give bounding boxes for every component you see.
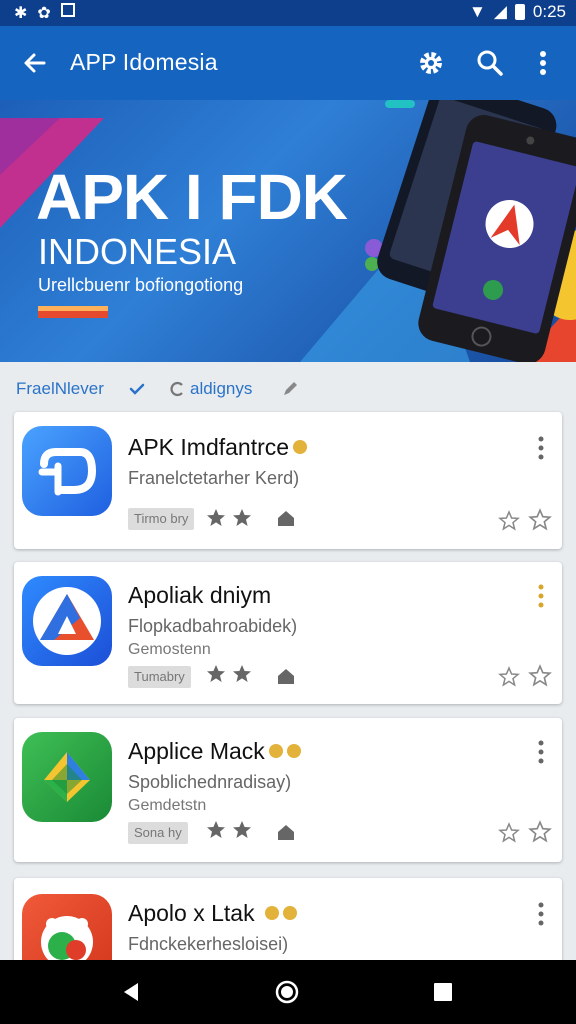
- app-tag: Tumabry: [128, 666, 191, 688]
- star-half-icon: [233, 509, 251, 526]
- more-vert-icon[interactable]: [538, 436, 544, 460]
- back-arrow-icon[interactable]: [18, 46, 52, 80]
- app-description: Fdnckekerhesloisei): [128, 934, 289, 954]
- verified-badge-icon: [286, 743, 301, 758]
- app-category: Gemostenn: [128, 641, 211, 658]
- more-vert-icon[interactable]: [538, 902, 544, 926]
- app-card[interactable]: Apoliak dniym Flopkadbahroabidek) Gemost…: [14, 562, 562, 704]
- signal-icon: ◢: [493, 2, 507, 21]
- home-icon: [278, 825, 294, 840]
- star-outline-icon[interactable]: [528, 664, 552, 688]
- search-icon[interactable]: [473, 46, 507, 80]
- app-name: Apoliak dniym: [128, 582, 272, 608]
- star-outline-icon[interactable]: [498, 822, 520, 844]
- page-title: APP Idomesia: [70, 49, 218, 75]
- star-half-icon: [233, 665, 251, 682]
- app-bar: APP Idomesia: [0, 26, 576, 100]
- filter-chip-second[interactable]: aldignys: [190, 379, 252, 399]
- home-icon: [278, 669, 294, 684]
- filter-chip-first[interactable]: FraelNlever: [16, 379, 104, 399]
- app-icon: [22, 732, 112, 822]
- verified-badge-icon: [282, 905, 297, 920]
- settings-gear-icon[interactable]: [414, 46, 448, 80]
- banner-subheadline: INDONESIA: [38, 231, 237, 272]
- home-icon: [278, 511, 294, 526]
- app-logo-icon: [38, 448, 97, 496]
- app-description: Spoblichednradisay): [128, 772, 292, 792]
- banner-stripe: [38, 306, 108, 318]
- app-logo-icon: [44, 752, 90, 802]
- star-icon: [207, 665, 225, 682]
- promo-banner[interactable]: APK I FDK INDONESIA Urellcbuenr bofiongo…: [0, 100, 576, 362]
- app-name: Apolo x Ltak: [128, 900, 297, 927]
- edit-icon[interactable]: [280, 379, 300, 399]
- app-description: Franelctetarher Kerd): [128, 468, 300, 488]
- banner-headline: APK I FDK: [36, 161, 348, 233]
- status-bar: ✱ ✿ ▼ ◢ 0:25: [0, 0, 576, 26]
- filter-row: FraelNlever aldignys: [0, 362, 576, 410]
- check-icon: [129, 383, 145, 395]
- app-name: APK Imdfantrce: [128, 434, 308, 461]
- nav-back-icon[interactable]: [120, 980, 144, 1004]
- clock: 0:25: [532, 2, 566, 21]
- refresh-icon: [170, 381, 183, 397]
- star-outline-icon[interactable]: [528, 820, 552, 844]
- app-description: Flopkadbahroabidek): [128, 616, 298, 636]
- app-card[interactable]: Applice Mack Spoblichednradisay) Gemdets…: [14, 718, 562, 862]
- nav-recents-icon[interactable]: [431, 980, 455, 1004]
- app-category: Gemdetstn: [128, 797, 207, 814]
- overflow-menu-icon[interactable]: [526, 46, 560, 80]
- app-icon: [22, 576, 112, 666]
- app-tag: Sona hy: [128, 822, 188, 844]
- app-card[interactable]: APK Imdfantrce Franelctetarher Kerd) Tir…: [14, 412, 562, 549]
- app-logo-icon: [33, 587, 101, 655]
- banner-tagline: Urellcbuenr bofiongotiong: [38, 275, 244, 295]
- star-half-icon: [233, 821, 251, 838]
- verified-badge-icon: [264, 905, 279, 920]
- verified-badge-icon: [293, 439, 308, 454]
- battery-icon: [514, 4, 525, 20]
- notification-icon: ✱: [14, 5, 28, 22]
- nav-home-icon[interactable]: [275, 980, 299, 1004]
- verified-badge-icon: [268, 743, 283, 758]
- star-outline-icon[interactable]: [528, 508, 552, 532]
- star-outline-icon[interactable]: [498, 666, 520, 688]
- image-icon: [60, 3, 75, 17]
- star-icon: [207, 821, 225, 838]
- app-name: Applice Mack: [128, 738, 301, 765]
- star-outline-icon[interactable]: [498, 510, 520, 532]
- app-tag: Tirmo bry: [128, 508, 195, 530]
- game-icon: ✿: [37, 5, 51, 22]
- system-nav-bar: [0, 960, 576, 1024]
- wifi-icon: ▼: [469, 2, 486, 21]
- more-vert-icon[interactable]: [538, 740, 544, 764]
- more-vert-icon[interactable]: [538, 584, 544, 608]
- app-icon: [22, 426, 112, 516]
- star-icon: [207, 509, 225, 526]
